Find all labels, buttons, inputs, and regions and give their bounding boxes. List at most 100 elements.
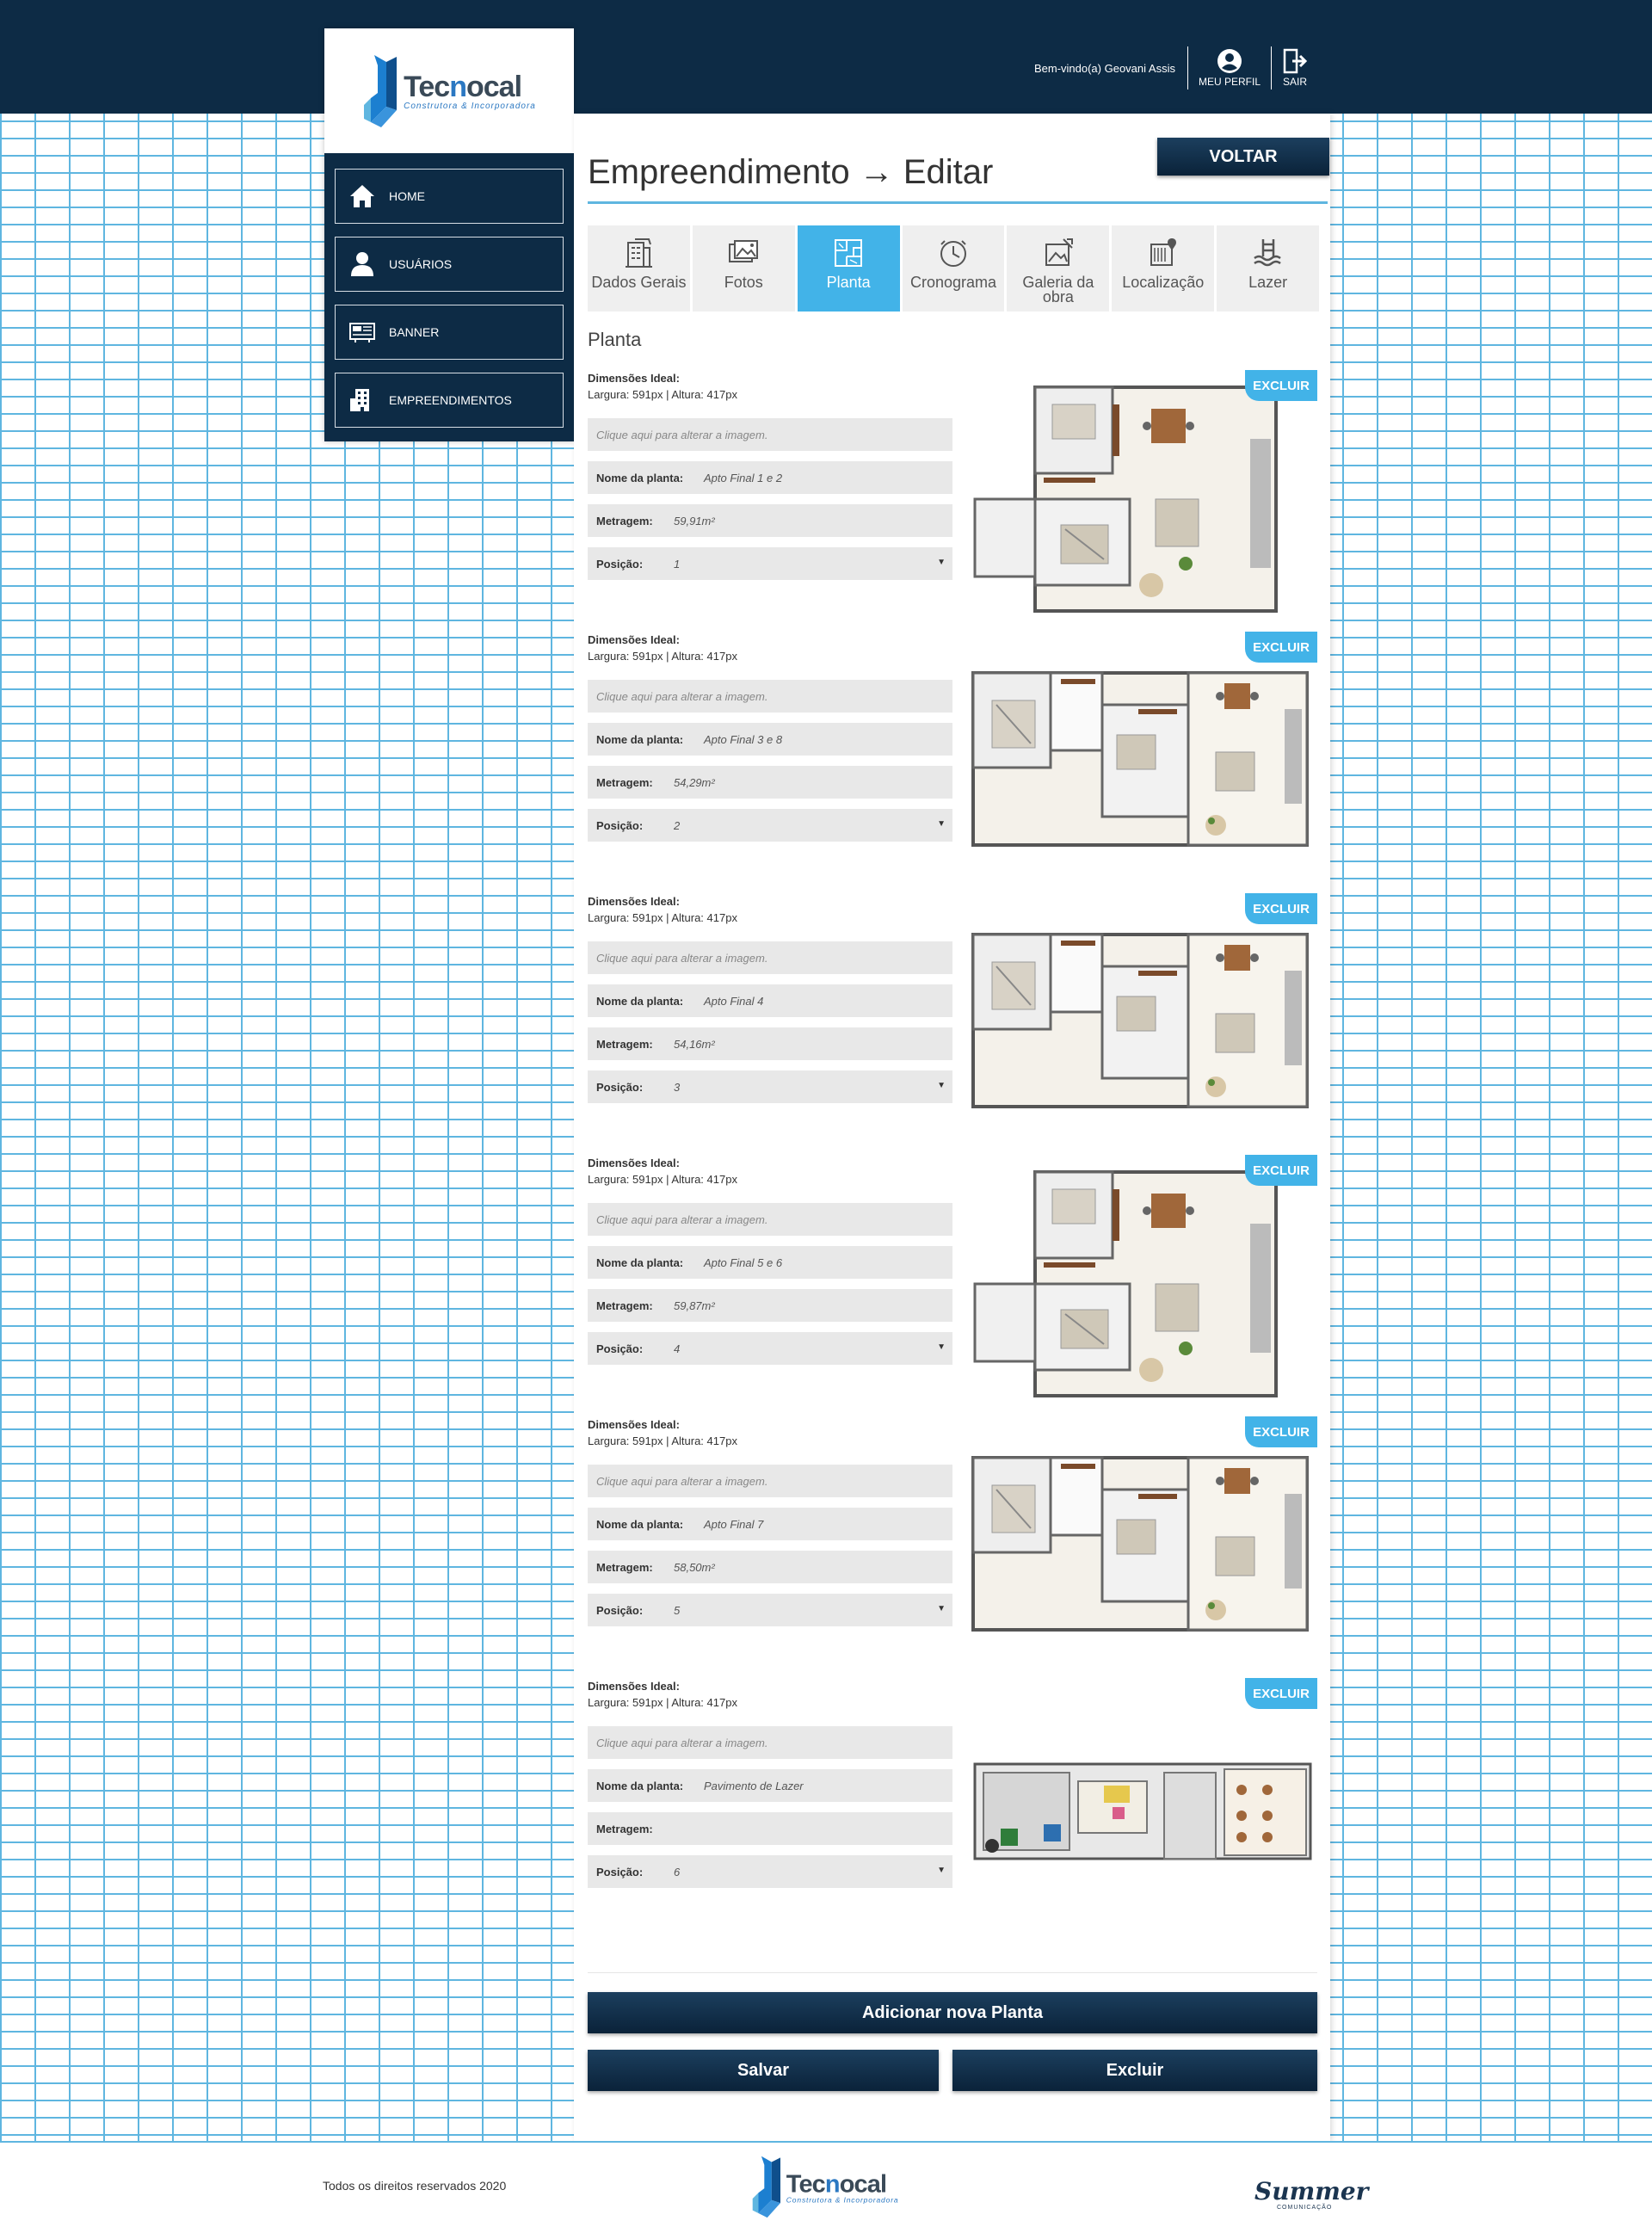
tabs-bar: Dados Gerais Fotos Planta Cronograma Gal… [588,225,1320,312]
image-upload-placeholder: Clique aqui para alterar a imagem. [596,689,768,703]
plant-name-field[interactable]: Nome da planta: Pavimento de Lazer [588,1769,952,1802]
sidebar-item-banner[interactable]: BANNER [335,305,564,360]
dimensions-value: Largura: 591px | Altura: 417px [588,388,737,401]
dimensions-title: Dimensões Ideal: [588,372,680,385]
logout-label: SAIR [1282,76,1307,88]
plant-position-select[interactable]: Posição: 3 ▼ [588,1070,952,1103]
plant-position-label: Posição: [596,818,644,832]
tab-label: Galeria da obra [1022,274,1094,305]
floor-plan-image[interactable] [966,893,1317,1136]
floor-plan-image[interactable] [966,632,1317,874]
chevron-down-icon: ▼ [937,1081,946,1090]
delete-plant-badge[interactable]: EXCLUIR [1245,370,1317,401]
dimensions-title: Dimensões Ideal: [588,1157,680,1169]
plant-name-field[interactable]: Nome da planta: Apto Final 7 [588,1508,952,1540]
floor-plan-image[interactable] [966,1678,1317,1921]
floor-plan-image[interactable] [966,370,1317,613]
logo-word-suffix: ocal [839,2169,887,2198]
delete-button[interactable]: Excluir [952,2050,1317,2091]
logo-word-prefix: Tec [404,71,450,103]
sidebar-item-label: BANNER [389,325,440,339]
plant-area-label: Metragem: [596,1822,653,1835]
tab-label: Planta [826,274,871,291]
delete-plant-badge[interactable]: EXCLUIR [1245,632,1317,663]
tab-planta[interactable]: Planta [797,225,900,312]
plant-name-label: Nome da planta: [596,994,684,1008]
tecnocal-logo: Tecnocal Construtora & Incorporadora [362,53,536,129]
plant-item: Dimensões Ideal: Largura: 591px | Altura:… [588,1416,1317,1659]
image-upload-field[interactable]: Clique aqui para alterar a imagem. [588,680,952,713]
delete-plant-badge[interactable]: EXCLUIR [1245,893,1317,924]
image-upload-field[interactable]: Clique aqui para alterar a imagem. [588,1203,952,1236]
plant-name-field[interactable]: Nome da planta: Apto Final 5 e 6 [588,1246,952,1279]
back-button[interactable]: VOLTAR [1157,138,1329,176]
delete-plant-badge[interactable]: EXCLUIR [1245,1416,1317,1447]
tab-fotos[interactable]: Fotos [692,225,795,312]
profile-button[interactable]: MEU PERFIL [1188,46,1272,89]
plant-area-field[interactable]: Metragem: 54,16m² [588,1027,952,1060]
plant-name-field[interactable]: Nome da planta: Apto Final 3 e 8 [588,723,952,756]
logo-box[interactable]: Tecnocal Construtora & Incorporadora [324,28,574,153]
plant-area-field[interactable]: Metragem: 54,29m² [588,766,952,799]
plant-area-label: Metragem: [596,775,653,789]
plant-item: Dimensões Ideal: Largura: 591px | Altura:… [588,370,1317,613]
profile-label: MEU PERFIL [1198,76,1261,88]
photos-icon [729,240,759,262]
image-upload-field[interactable]: Clique aqui para alterar a imagem. [588,1465,952,1497]
logout-icon [1283,48,1308,74]
tab-lazer[interactable]: Lazer [1217,225,1320,312]
plant-position-select[interactable]: Posição: 1 ▼ [588,547,952,580]
plant-position-select[interactable]: Posição: 4 ▼ [588,1332,952,1365]
building-icon [350,389,369,411]
dimensions-title: Dimensões Ideal: [588,633,680,646]
tab-label: Fotos [724,274,763,291]
add-plant-button[interactable]: Adicionar nova Planta [588,1992,1317,2033]
plant-position-select[interactable]: Posição: 6 ▼ [588,1855,952,1888]
tab-cronograma[interactable]: Cronograma [902,225,1005,312]
logout-button[interactable]: SAIR [1272,46,1318,89]
tab-galeria-da-obra[interactable]: Galeria da obra [1007,225,1110,312]
dimensions-info: Dimensões Ideal: Largura: 591px | Altura:… [588,632,737,664]
plant-area-label: Metragem: [596,514,653,527]
sidebar-item-home[interactable]: HOME [335,169,564,224]
dimensions-title: Dimensões Ideal: [588,1680,680,1693]
plant-area-field[interactable]: Metragem: 58,50m² [588,1551,952,1583]
plant-name-field[interactable]: Nome da planta: Apto Final 1 e 2 [588,461,952,494]
image-upload-field[interactable]: Clique aqui para alterar a imagem. [588,941,952,974]
dimensions-value: Largura: 591px | Altura: 417px [588,1696,737,1709]
sidebar-item-usuarios[interactable]: USUÁRIOS [335,237,564,292]
logo-mark-icon [364,54,398,127]
floor-plan-image[interactable] [966,1155,1317,1397]
tab-localizacao[interactable]: Localização [1112,225,1215,312]
plant-area-label: Metragem: [596,1560,653,1574]
plant-area-field[interactable]: Metragem: [588,1812,952,1845]
plant-name-field[interactable]: Nome da planta: Apto Final 4 [588,984,952,1017]
logo-word-highlight: n [824,2169,841,2198]
plant-area-value: 59,91m² [674,514,715,527]
tab-dados-gerais[interactable]: Dados Gerais [588,225,690,312]
banner-icon [349,323,375,342]
chevron-down-icon: ▼ [937,1342,946,1352]
title-underline [588,201,1328,204]
plant-area-field[interactable]: Metragem: 59,91m² [588,504,952,537]
delete-plant-badge[interactable]: EXCLUIR [1245,1155,1317,1186]
logo-mark-icon [752,2156,780,2218]
plant-position-label: Posição: [596,1865,644,1878]
dimensions-title: Dimensões Ideal: [588,1418,680,1431]
image-upload-placeholder: Clique aqui para alterar a imagem. [596,1736,768,1749]
dimensions-value: Largura: 591px | Altura: 417px [588,911,737,924]
logo-word-highlight: n [449,71,467,103]
plant-item: Dimensões Ideal: Largura: 591px | Altura:… [588,893,1317,1136]
plant-name-label: Nome da planta: [596,1255,684,1269]
plant-position-select[interactable]: Posição: 2 ▼ [588,809,952,842]
floor-plan-image[interactable] [966,1416,1317,1659]
plant-position-select[interactable]: Posição: 5 ▼ [588,1594,952,1626]
image-upload-field[interactable]: Clique aqui para alterar a imagem. [588,418,952,451]
delete-plant-badge[interactable]: EXCLUIR [1245,1678,1317,1709]
image-upload-field[interactable]: Clique aqui para alterar a imagem. [588,1726,952,1759]
save-button[interactable]: Salvar [588,2050,939,2091]
sidebar-item-label: USUÁRIOS [389,257,453,271]
sidebar-item-empreendimentos[interactable]: EMPREENDIMENTOS [335,373,564,428]
plant-area-field[interactable]: Metragem: 59,87m² [588,1289,952,1322]
divider [588,1972,1317,1973]
